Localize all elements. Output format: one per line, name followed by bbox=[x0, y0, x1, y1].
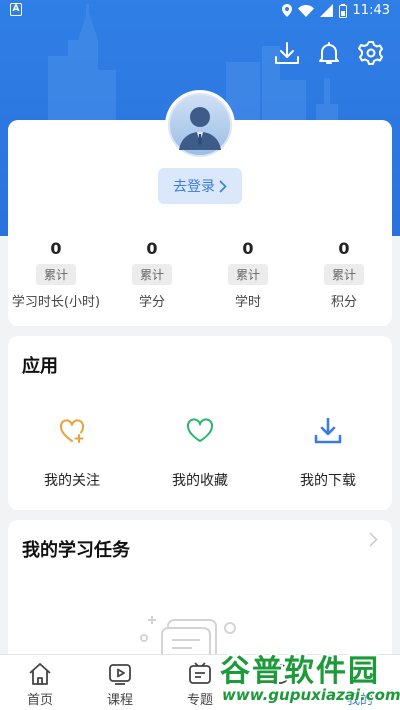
battery-icon bbox=[338, 3, 347, 18]
play-icon bbox=[109, 664, 131, 685]
wifi-icon bbox=[297, 4, 314, 17]
stat-value: 0 bbox=[338, 239, 350, 258]
stat-tag: 累计 bbox=[227, 264, 268, 285]
heart-icon bbox=[186, 418, 214, 442]
tab-label: 首页 bbox=[26, 693, 53, 708]
download-tray-icon bbox=[314, 417, 342, 444]
stat-credits[interactable]: 0 累计 学分 bbox=[104, 238, 200, 326]
stat-label: 学分 bbox=[138, 295, 165, 310]
tab-courses[interactable]: 课程 bbox=[80, 655, 160, 710]
login-button[interactable]: 去登录 bbox=[158, 168, 242, 204]
app-label: 我的下载 bbox=[300, 473, 356, 489]
watermark-url: www.gupuxiazai.com bbox=[222, 686, 400, 704]
tab-label: 课程 bbox=[106, 693, 133, 708]
stat-label: 学时 bbox=[234, 295, 261, 310]
app-follow[interactable]: 我的关注 bbox=[8, 416, 136, 490]
stat-label: 学习时长(小时) bbox=[11, 295, 101, 310]
watermark-title: 谷普软件园 bbox=[220, 654, 380, 689]
stat-tag: 累计 bbox=[131, 264, 172, 285]
stat-class-hours[interactable]: 0 累计 学时 bbox=[200, 238, 296, 326]
heart-plus-icon bbox=[59, 419, 85, 443]
notification-badge: A bbox=[10, 3, 22, 16]
tab-label: 专题 bbox=[186, 693, 213, 708]
topic-icon bbox=[189, 662, 211, 684]
stat-value: 0 bbox=[146, 239, 158, 258]
tab-home[interactable]: 首页 bbox=[0, 655, 80, 710]
stat-value: 0 bbox=[242, 239, 254, 258]
stat-study-hours[interactable]: 0 累计 学习时长(小时) bbox=[8, 238, 104, 326]
login-label: 去登录 bbox=[173, 178, 215, 194]
status-bar: A 11:43 bbox=[0, 0, 400, 22]
chevron-right-icon bbox=[219, 179, 227, 193]
tasks-title: 我的学习任务 bbox=[22, 540, 130, 561]
watermark: 谷普软件园 www.gupuxiazai.com bbox=[218, 646, 400, 708]
app-downloads[interactable]: 我的下载 bbox=[264, 416, 392, 490]
stat-value: 0 bbox=[50, 239, 62, 258]
stat-points[interactable]: 0 累计 积分 bbox=[296, 238, 392, 326]
stat-tag: 累计 bbox=[35, 264, 76, 285]
stat-label: 积分 bbox=[330, 295, 357, 310]
chevron-right-icon[interactable] bbox=[369, 532, 378, 547]
app-label: 我的关注 bbox=[44, 473, 100, 489]
stats-row: 0 累计 学习时长(小时) 0 累计 学分 0 累计 学时 0 累计 积分 bbox=[8, 238, 392, 326]
apps-card: 应用 我的关注 我的收藏 我的下载 bbox=[8, 336, 392, 510]
home-icon bbox=[29, 663, 51, 685]
signal-icon bbox=[319, 4, 333, 17]
location-icon bbox=[281, 4, 292, 17]
app-favorites[interactable]: 我的收藏 bbox=[136, 416, 264, 490]
stat-tag: 累计 bbox=[323, 264, 364, 285]
avatar[interactable] bbox=[167, 92, 233, 158]
gear-icon[interactable] bbox=[358, 40, 384, 66]
apps-title: 应用 bbox=[22, 356, 58, 377]
app-label: 我的收藏 bbox=[172, 473, 228, 489]
default-avatar-icon bbox=[168, 93, 232, 157]
bell-icon[interactable] bbox=[316, 40, 342, 66]
download-icon[interactable] bbox=[274, 40, 300, 66]
clock-text: 11:43 bbox=[352, 3, 390, 18]
